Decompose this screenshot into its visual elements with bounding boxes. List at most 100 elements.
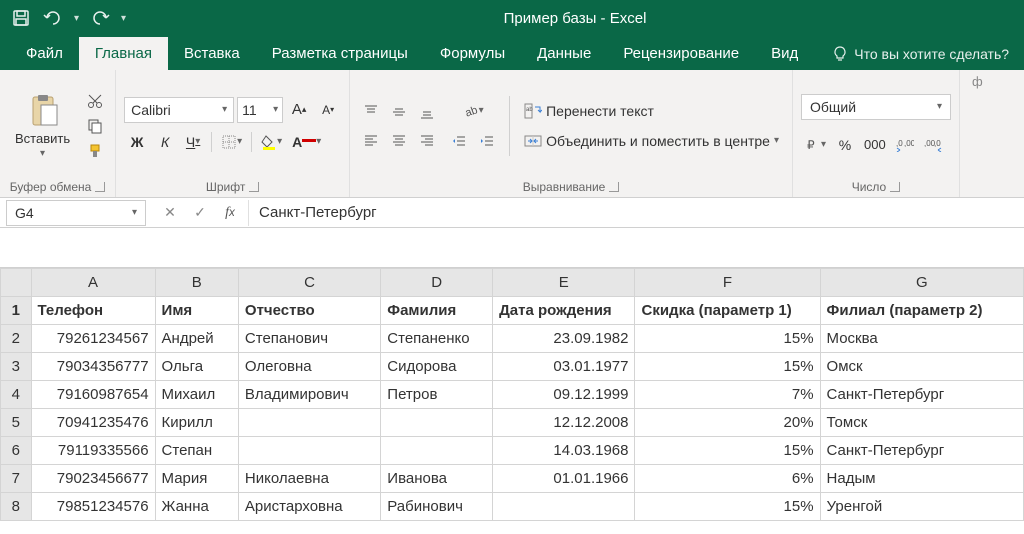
row-header[interactable]: 4 xyxy=(1,381,32,409)
cell[interactable]: Надым xyxy=(820,465,1023,493)
select-all-corner[interactable] xyxy=(1,269,32,297)
cell[interactable]: 15% xyxy=(635,437,820,465)
spreadsheet-grid[interactable]: A B C D E F G 1ТелефонИмяОтчествоФамилия… xyxy=(0,268,1024,521)
cell[interactable]: Телефон xyxy=(31,297,155,325)
redo-icon[interactable] xyxy=(89,7,111,29)
cell[interactable]: Филиал (параметр 2) xyxy=(820,297,1023,325)
cell[interactable]: Михаил xyxy=(155,381,238,409)
merge-center-button[interactable]: Объединить и поместить в центре ▾ xyxy=(519,127,784,155)
cell[interactable]: 79261234567 xyxy=(31,325,155,353)
cell[interactable]: 12.12.2008 xyxy=(493,409,635,437)
cell[interactable]: 15% xyxy=(635,353,820,381)
name-box[interactable]: G4▾ xyxy=(6,200,146,226)
cell[interactable] xyxy=(381,437,493,465)
tab-review[interactable]: Рецензирование xyxy=(607,37,755,70)
borders-button[interactable]: ▾ xyxy=(217,129,246,155)
underline-button[interactable]: Ч ▾ xyxy=(180,129,206,155)
format-painter-button[interactable] xyxy=(83,140,107,162)
cell[interactable]: 14.03.1968 xyxy=(493,437,635,465)
cell[interactable]: Санкт-Петербург xyxy=(820,381,1023,409)
paste-button[interactable]: Вставить ▾ xyxy=(8,88,77,164)
decrease-decimal-button[interactable]: ,00,0 xyxy=(920,132,946,158)
cell[interactable]: Рабинович xyxy=(381,493,493,521)
decrease-font-button[interactable]: A▾ xyxy=(315,97,341,123)
cell[interactable]: Имя xyxy=(155,297,238,325)
column-header[interactable]: C xyxy=(238,269,380,297)
align-middle-button[interactable] xyxy=(386,99,412,125)
cell[interactable]: Уренгой xyxy=(820,493,1023,521)
cell[interactable]: Москва xyxy=(820,325,1023,353)
undo-dropdown[interactable]: ▾ xyxy=(74,13,79,24)
undo-icon[interactable] xyxy=(42,7,64,29)
increase-font-button[interactable]: A▴ xyxy=(286,97,312,123)
cell[interactable]: 23.09.1982 xyxy=(493,325,635,353)
cell[interactable]: Мария xyxy=(155,465,238,493)
cell[interactable]: Степан xyxy=(155,437,238,465)
orientation-button[interactable]: ab▾ xyxy=(446,98,500,124)
cut-button[interactable] xyxy=(83,90,107,112)
row-header[interactable]: 2 xyxy=(1,325,32,353)
clipboard-dialog-launcher[interactable] xyxy=(95,182,105,192)
cell[interactable]: Ольга xyxy=(155,353,238,381)
cell[interactable]: Олеговна xyxy=(238,353,380,381)
row-header[interactable]: 8 xyxy=(1,493,32,521)
number-dialog-launcher[interactable] xyxy=(890,182,900,192)
formula-input[interactable]: Санкт-Петербург xyxy=(248,200,1024,226)
cell[interactable] xyxy=(493,493,635,521)
tab-file[interactable]: Файл xyxy=(10,37,79,70)
cell[interactable]: 20% xyxy=(635,409,820,437)
align-bottom-button[interactable] xyxy=(414,99,440,125)
cell[interactable]: 79119335566 xyxy=(31,437,155,465)
align-right-button[interactable] xyxy=(414,127,440,153)
cell[interactable]: Жанна xyxy=(155,493,238,521)
number-format-combo[interactable]: Общий▾ xyxy=(801,94,951,120)
cell[interactable]: Аристарховна xyxy=(238,493,380,521)
bold-button[interactable]: Ж xyxy=(124,129,150,155)
cancel-formula-button[interactable]: ✕ xyxy=(156,200,184,226)
increase-decimal-button[interactable]: ,0,00 xyxy=(892,132,918,158)
tell-me-search[interactable]: Что вы хотите сделать? xyxy=(822,38,1019,70)
column-header[interactable]: A xyxy=(31,269,155,297)
cell[interactable]: 70941235476 xyxy=(31,409,155,437)
cell[interactable]: 6% xyxy=(635,465,820,493)
column-header[interactable]: G xyxy=(820,269,1023,297)
cell[interactable]: 79160987654 xyxy=(31,381,155,409)
tab-home[interactable]: Главная xyxy=(79,37,168,70)
save-icon[interactable] xyxy=(10,7,32,29)
cell[interactable]: Владимирович xyxy=(238,381,380,409)
cell[interactable]: Скидка (параметр 1) xyxy=(635,297,820,325)
cell[interactable] xyxy=(381,409,493,437)
cell[interactable]: 79023456677 xyxy=(31,465,155,493)
increase-indent-button[interactable] xyxy=(474,128,500,154)
cell[interactable]: Санкт-Петербург xyxy=(820,437,1023,465)
cell[interactable]: Степаненко xyxy=(381,325,493,353)
tab-formulas[interactable]: Формулы xyxy=(424,37,521,70)
fill-color-button[interactable]: ▾ xyxy=(257,129,286,155)
decrease-indent-button[interactable] xyxy=(446,128,472,154)
italic-button[interactable]: К xyxy=(152,129,178,155)
row-header[interactable]: 5 xyxy=(1,409,32,437)
cell[interactable]: 79034356777 xyxy=(31,353,155,381)
cell[interactable]: Омск xyxy=(820,353,1023,381)
cell[interactable]: Сидорова xyxy=(381,353,493,381)
alignment-dialog-launcher[interactable] xyxy=(609,182,619,192)
cell[interactable]: 15% xyxy=(635,493,820,521)
tab-layout[interactable]: Разметка страницы xyxy=(256,37,424,70)
cell[interactable]: Кирилл xyxy=(155,409,238,437)
cell[interactable]: Томск xyxy=(820,409,1023,437)
cell[interactable]: 09.12.1999 xyxy=(493,381,635,409)
wrap-text-button[interactable]: ab Перенести текст xyxy=(519,97,784,125)
enter-formula-button[interactable]: ✓ xyxy=(186,200,214,226)
cell[interactable]: Отчество xyxy=(238,297,380,325)
column-header[interactable]: F xyxy=(635,269,820,297)
cell[interactable]: Степанович xyxy=(238,325,380,353)
cell[interactable]: 01.01.1966 xyxy=(493,465,635,493)
cell[interactable]: 03.01.1977 xyxy=(493,353,635,381)
cell[interactable]: Петров xyxy=(381,381,493,409)
cell[interactable]: Николаевна xyxy=(238,465,380,493)
cell[interactable]: 7% xyxy=(635,381,820,409)
row-header[interactable]: 3 xyxy=(1,353,32,381)
column-header[interactable]: B xyxy=(155,269,238,297)
cell[interactable] xyxy=(238,409,380,437)
cell[interactable]: Фамилия xyxy=(381,297,493,325)
